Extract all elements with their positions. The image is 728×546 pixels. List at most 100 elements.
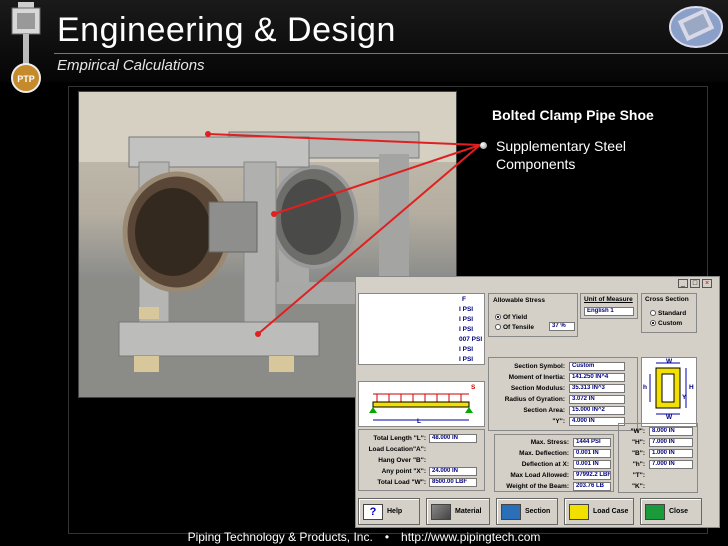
results-group: Max. Stress: 1444 PSI Max. Deflection: 0… [494, 434, 614, 492]
help-icon: ? [363, 503, 383, 520]
footer-url[interactable]: http://www.pipingtech.com [401, 530, 540, 544]
max-deflection-field: 0.001 IN [573, 449, 611, 458]
unit-of-measure-group: Unit of Measure English 1 [580, 293, 638, 319]
window-titlebar [356, 277, 719, 290]
diagram-w-bottom-label: W [666, 414, 673, 421]
section-area-label: Section Area: [523, 407, 565, 414]
section-icon [501, 503, 521, 520]
diagram-s-label: S [471, 384, 476, 391]
allowable-stress-group: Allowable Stress Of Yield Of Tensile 37 … [488, 293, 578, 337]
dim-w-field[interactable]: 8.000 IN [649, 427, 693, 436]
y-field[interactable]: 4.000 IN [569, 417, 625, 426]
door-icon [645, 503, 665, 520]
moment-of-inertia-label: Moment of Inertia: [508, 374, 565, 381]
radius-of-gyration-label: Radius of Gyration: [504, 396, 565, 403]
bullet-item-label: Supplementary Steel Components [496, 138, 626, 172]
of-tensile-radio[interactable]: Of Tensile [495, 324, 534, 331]
any-point-field[interactable]: 24.000 IN [429, 467, 477, 476]
dim-h-label: "H": [631, 439, 645, 446]
psi-list-item: 007 PSI [459, 336, 483, 343]
psi-list-item: I PSI [459, 356, 474, 363]
section-symbol-field[interactable]: Custom [569, 362, 625, 371]
psi-list-item: I PSI [459, 306, 474, 313]
dim-h-field[interactable]: 7.000 IN [649, 438, 693, 447]
dim-h2-label: "h": [632, 461, 645, 468]
section-properties-group: Section Symbol: Custom Moment of Inertia… [488, 357, 638, 431]
bullet-dot-icon [480, 142, 487, 149]
standard-radio[interactable]: Standard [650, 310, 686, 317]
unit-of-measure-select[interactable]: English 1 [584, 307, 634, 316]
section-symbol-label: Section Symbol: [514, 363, 565, 370]
help-button[interactable]: ? Help [358, 498, 420, 525]
unit-of-measure-label: Unit of Measure [584, 296, 633, 303]
cross-section-label: Cross Section [645, 296, 689, 303]
diagram-h-label: H [689, 384, 694, 391]
close-button-label: Close [669, 508, 689, 515]
total-load-label: Total Load "W": [377, 479, 426, 486]
allowable-stress-percent-field[interactable]: 37 % [549, 322, 575, 331]
maximize-button[interactable]: □ [690, 279, 700, 288]
material-button[interactable]: Material [426, 498, 490, 525]
material-button-label: Material [455, 508, 482, 515]
footer-separator: • [384, 530, 390, 544]
psi-list: F I PSI I PSI I PSI 007 PSI I PSI I PSI [358, 293, 485, 365]
max-stress-label: Max. Stress: [530, 439, 569, 446]
close-button[interactable]: Close [640, 498, 702, 525]
deflection-at-x-label: Deflection at X: [521, 461, 569, 468]
y-label: "Y": [552, 418, 565, 425]
dim-b-field[interactable]: 1.000 IN [649, 449, 693, 458]
dim-b-label: "B": [631, 450, 645, 457]
diagram-l-label: L [417, 418, 421, 425]
weight-of-beam-field: 203.76 LB [573, 482, 611, 491]
cross-section-diagram: W W H h Y [641, 357, 697, 427]
load-inputs-group: Total Length "L": 48.000 IN Load Locatio… [358, 429, 485, 491]
help-button-label: Help [387, 508, 403, 515]
load-location-label: Load Location"A": [368, 446, 426, 453]
any-point-label: Any point "X": [381, 468, 426, 475]
psi-list-item: I PSI [459, 316, 474, 323]
load-case-button-label: Load Case [593, 508, 629, 515]
section-modulus-label: Section Modulus: [510, 385, 565, 392]
material-icon [431, 503, 451, 520]
close-window-button[interactable]: × [702, 279, 712, 288]
psi-list-item: I PSI [459, 326, 474, 333]
bullet-item: Supplementary Steel Components [480, 137, 670, 173]
cross-section-group: Cross Section Standard Custom [641, 293, 697, 333]
beam-calculator-window: _ □ × F I PSI I PSI I PSI 007 PSI I PSI … [355, 276, 720, 528]
total-length-label: Total Length "L": [373, 435, 426, 442]
allowable-stress-label: Allowable Stress [493, 297, 546, 304]
dim-h2-field[interactable]: 7.000 IN [649, 460, 693, 469]
beam-diagram: S L [358, 381, 485, 427]
psi-list-item: F [462, 296, 466, 303]
load-case-button[interactable]: Load Case [564, 498, 634, 525]
deflection-at-x-field: 0.001 IN [573, 460, 611, 469]
dim-w-label: "W": [630, 428, 645, 435]
section-area-field[interactable]: 15.000 IN^2 [569, 406, 625, 415]
max-deflection-label: Max. Deflection: [519, 450, 569, 457]
max-load-allowed-label: Max Load Allowed: [510, 472, 569, 479]
radius-of-gyration-field[interactable]: 3.072 IN [569, 395, 625, 404]
dimension-inputs-group: "W": 8.000 IN "H": 7.000 IN "B": 1.000 I… [618, 423, 698, 493]
max-stress-field: 1444 PSI [573, 438, 611, 447]
max-load-allowed-field: 97992.2 LBF [573, 471, 611, 480]
section-button[interactable]: Section [496, 498, 558, 525]
hang-over-label: Hang Over "B": [378, 457, 426, 464]
diagram-h2-label: h [643, 384, 647, 391]
weight-of-beam-label: Weight of the Beam: [506, 483, 569, 490]
of-yield-radio[interactable]: Of Yield [495, 314, 527, 321]
slide-footer: Piping Technology & Products, Inc. • http:… [0, 530, 728, 544]
dim-t-label: "T": [632, 472, 645, 479]
section-modulus-field[interactable]: 35.313 IN^3 [569, 384, 625, 393]
total-load-field[interactable]: 8500.00 LBF [429, 478, 477, 487]
psi-list-item: I PSI [459, 346, 474, 353]
footer-company: Piping Technology & Products, Inc. [187, 530, 373, 544]
custom-radio[interactable]: Custom [650, 320, 682, 327]
total-length-field[interactable]: 48.000 IN [429, 434, 477, 443]
diagram-w-top-label: W [666, 358, 673, 365]
section-button-label: Section [525, 508, 551, 515]
dim-k-label: "K": [631, 483, 645, 490]
load-case-icon [569, 503, 589, 520]
moment-of-inertia-field[interactable]: 141.250 IN^4 [569, 373, 625, 382]
minimize-button[interactable]: _ [678, 279, 688, 288]
diagram-y-label: Y [682, 394, 687, 401]
